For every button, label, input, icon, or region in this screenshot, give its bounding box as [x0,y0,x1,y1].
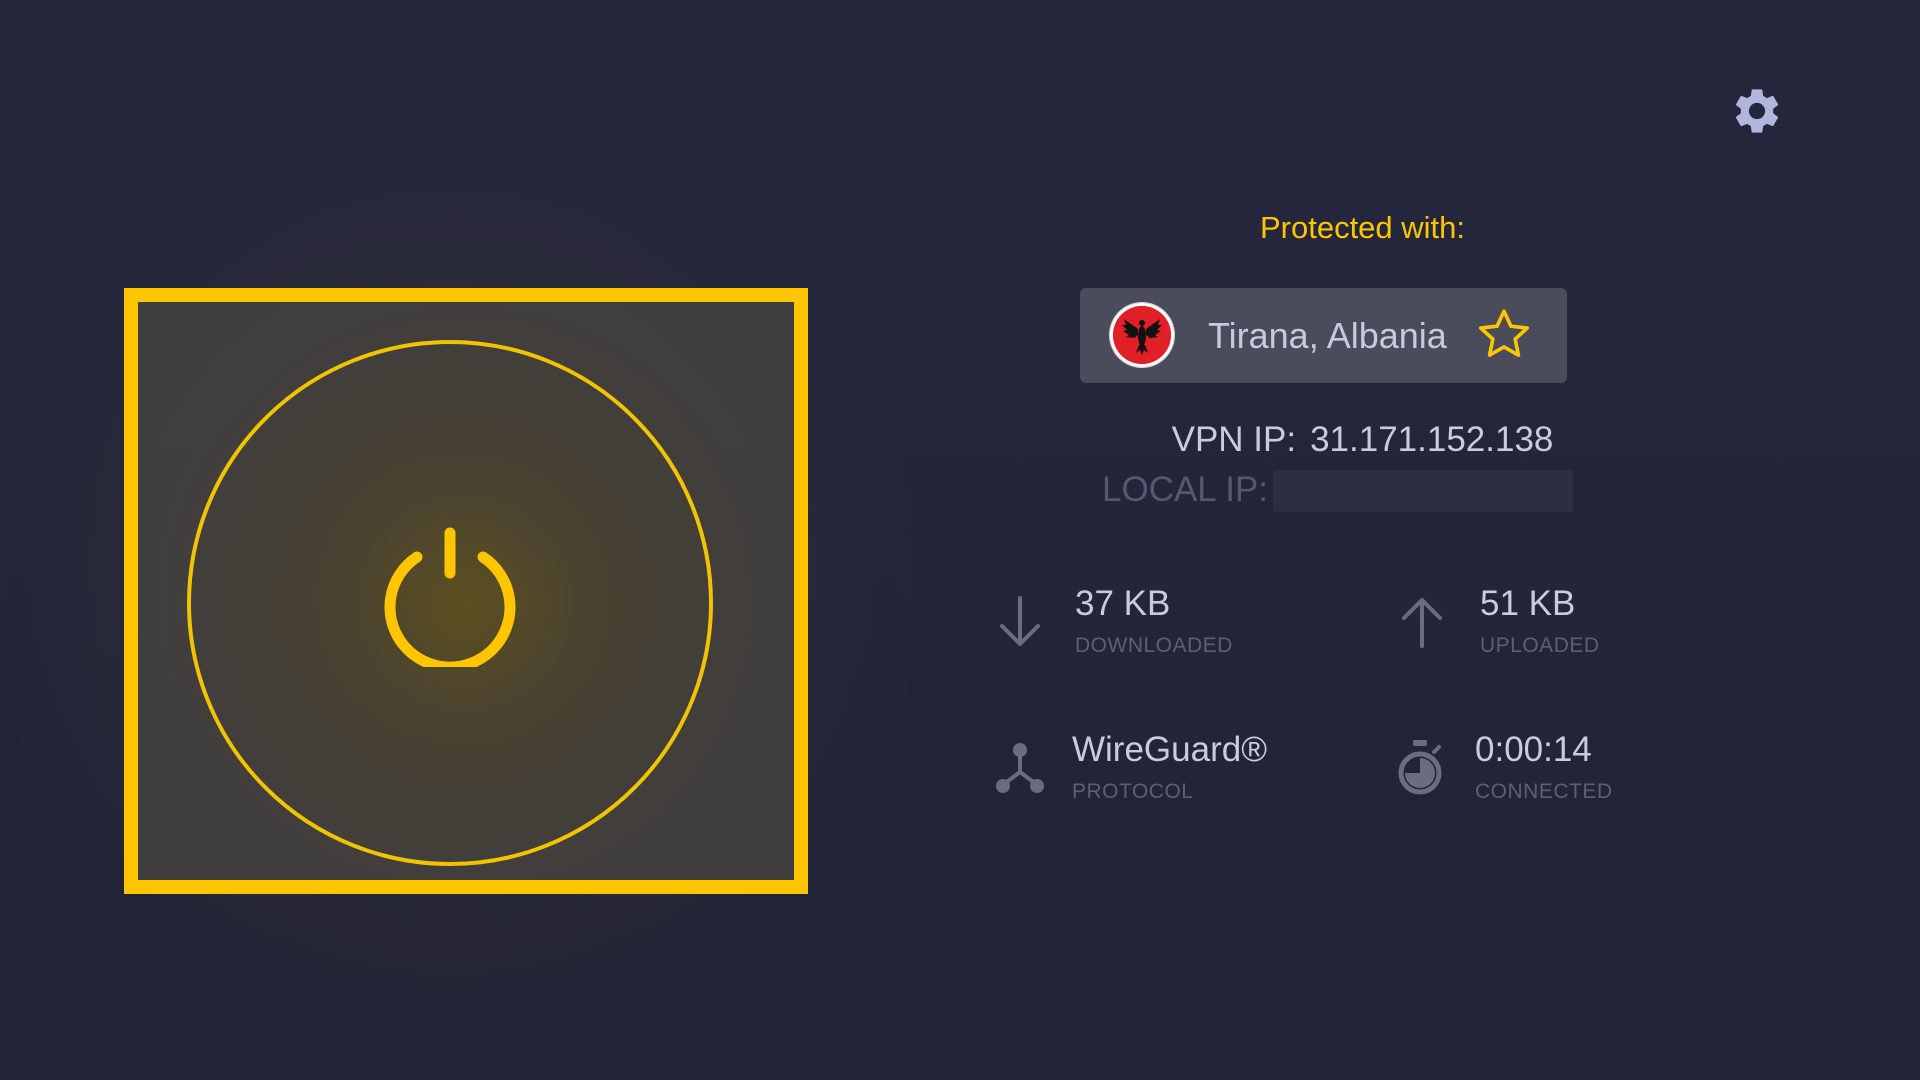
connected-time-label: CONNECTED [1475,780,1613,803]
power-button[interactable] [124,288,808,894]
arrow-down-icon [1000,596,1040,646]
downloaded-value: 37 KB [1075,584,1171,623]
vpn-ip-label: VPN IP: [1171,420,1297,459]
protocol-icon [996,743,1044,793]
uploaded-label: UPLOADED [1480,634,1600,657]
local-ip-value-hidden [1273,470,1573,512]
arrow-up-icon [1402,598,1442,648]
vpn-ip-row: VPN IP: 31.171.152.138 [1080,420,1645,460]
local-ip-label: LOCAL IP: [1102,470,1268,509]
gear-icon [1735,89,1779,133]
server-name: Tirana, Albania [1208,315,1447,356]
uploaded-value: 51 KB [1480,584,1576,623]
protocol-label: PROTOCOL [1072,780,1194,803]
vpn-ip-value: 31.171.152.138 [1310,420,1554,459]
protocol-value: WireGuard® [1072,730,1267,769]
favorite-button[interactable] [1473,304,1535,366]
downloaded-label: DOWNLOADED [1075,634,1233,657]
connected-time-value: 0:00:14 [1475,730,1592,769]
power-icon [384,527,516,667]
settings-button[interactable] [1728,82,1786,140]
server-selector[interactable]: Tirana, Albania [1080,288,1567,383]
albania-flag-icon [1110,303,1174,367]
star-outline-icon [1478,309,1530,357]
protected-with-label: Protected with: [1259,210,1466,245]
stopwatch-icon [1398,740,1442,795]
